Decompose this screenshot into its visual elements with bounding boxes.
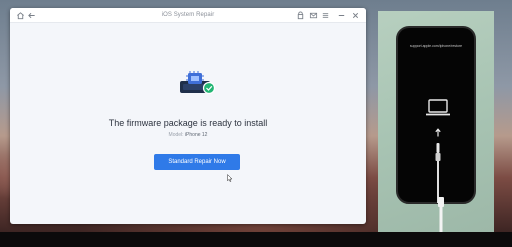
mouse-cursor-icon — [227, 174, 233, 182]
main-content: The firmware package is ready to install… — [10, 23, 366, 224]
model-label: Model: — [168, 132, 184, 138]
model-value: iPhone 12 — [184, 132, 208, 138]
iphone-device: support.apple.com/iphone/restore — [396, 26, 476, 204]
device-model: Model: iPhone 12 — [10, 132, 366, 138]
titlebar: iOS System Repair — [10, 8, 366, 23]
taskbar-strip — [0, 232, 512, 247]
mail-icon[interactable] — [309, 11, 318, 20]
laptop-icon — [426, 99, 450, 116]
account-icon[interactable] — [296, 11, 305, 20]
close-icon[interactable] — [351, 11, 360, 20]
phone-video-panel: support.apple.com/iphone/restore — [378, 11, 494, 232]
standard-repair-button[interactable]: Standard Repair Now — [154, 154, 240, 170]
usb-cable — [438, 197, 444, 232]
restore-url: support.apple.com/iphone/restore — [409, 44, 463, 48]
checkmark-icon — [202, 81, 216, 95]
menu-icon[interactable] — [321, 11, 330, 20]
status-headline: The firmware package is ready to install — [108, 118, 268, 128]
arrow-up-icon — [435, 128, 441, 137]
lightning-cable-icon — [435, 143, 441, 203]
minimize-icon[interactable] — [337, 11, 346, 20]
phone-chip-icon — [180, 71, 216, 95]
app-window: iOS System Repair The firmware package i… — [10, 8, 366, 224]
